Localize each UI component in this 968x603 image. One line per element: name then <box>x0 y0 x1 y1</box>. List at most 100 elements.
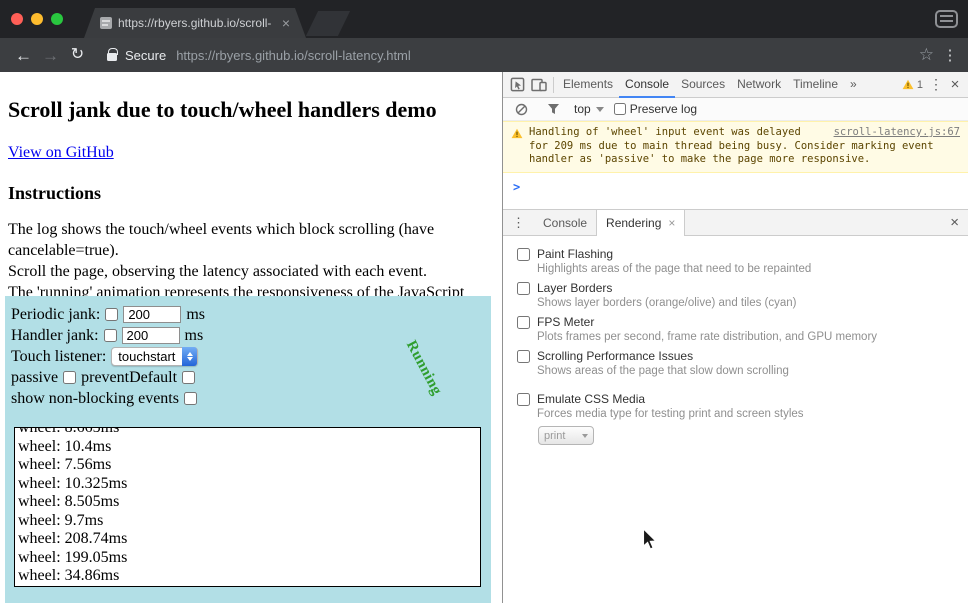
reload-button[interactable]: ↻ <box>64 47 91 63</box>
fps-meter-checkbox[interactable] <box>517 316 530 329</box>
console-warning-count[interactable]: 1 <box>902 79 923 91</box>
devtools-close-icon[interactable]: × <box>945 76 965 93</box>
show-nonblocking-row: show non-blocking events <box>11 389 491 408</box>
inspect-element-icon[interactable] <box>506 73 528 97</box>
emulate-css-media-checkbox[interactable] <box>517 393 530 406</box>
option-layer-borders: Layer Borders Shows layer borders (orang… <box>517 281 958 310</box>
zoom-window-button[interactable] <box>51 13 63 25</box>
toolbar-separator <box>553 77 554 93</box>
prevent-default-checkbox[interactable] <box>182 371 195 384</box>
option-label: Emulate CSS Media <box>537 392 804 407</box>
instruction-line: Scroll the page, observing the latency a… <box>8 261 496 282</box>
periodic-jank-checkbox[interactable] <box>105 308 118 321</box>
event-log-box[interactable]: wheel: 8.665ms wheel: 10.4ms wheel: 7.56… <box>14 427 481 587</box>
tab-close-icon[interactable]: × <box>282 16 290 30</box>
option-label: Layer Borders <box>537 281 797 296</box>
filter-icon[interactable] <box>542 97 564 121</box>
passive-checkbox[interactable] <box>63 371 76 384</box>
tab-network[interactable]: Network <box>731 72 787 98</box>
option-label: Scrolling Performance Issues <box>537 349 789 364</box>
devtools-toolbar-right: 1 ⋮ × <box>902 76 965 93</box>
browser-tab[interactable]: https://rbyers.github.io/scroll- × <box>84 8 306 38</box>
option-description: Plots frames per second, frame rate dist… <box>537 330 877 344</box>
device-toolbar-icon[interactable] <box>528 73 550 97</box>
tab-console[interactable]: Console <box>619 72 675 98</box>
periodic-jank-row: Periodic jank: ms <box>11 305 491 324</box>
back-button[interactable]: ← <box>10 47 37 64</box>
tab-elements[interactable]: Elements <box>557 72 619 98</box>
scrolling-performance-checkbox[interactable] <box>517 350 530 363</box>
paint-flashing-checkbox[interactable] <box>517 248 530 261</box>
address-bar: ← → ↻ Secure https://rbyers.github.io/sc… <box>0 38 968 72</box>
css-media-value: print <box>544 430 565 442</box>
event-log-lines: wheel: 8.665ms wheel: 10.4ms wheel: 7.56… <box>18 427 477 586</box>
drawer-close-icon[interactable]: × <box>950 214 959 231</box>
warning-icon <box>511 128 523 144</box>
drawer-tab-bar: ⋮ Console Rendering × × <box>503 209 968 236</box>
option-scrolling-performance: Scrolling Performance Issues Shows areas… <box>517 349 958 378</box>
prevent-default-label: preventDefault <box>81 369 177 387</box>
show-nonblocking-label: show non-blocking events <box>11 390 179 408</box>
option-description: Highlights areas of the page that need t… <box>537 262 811 276</box>
tab-timeline[interactable]: Timeline <box>787 72 844 98</box>
preserve-log-toggle[interactable]: Preserve log <box>614 102 697 116</box>
execution-context-select[interactable]: top <box>574 102 604 116</box>
minimize-window-button[interactable] <box>31 13 43 25</box>
browser-window: https://rbyers.github.io/scroll- × ← → ↻… <box>0 0 968 603</box>
secure-label: Secure <box>125 48 166 63</box>
option-label: Paint Flashing <box>537 247 811 262</box>
handler-jank-input[interactable] <box>122 327 180 344</box>
option-description: Shows layer borders (orange/olive) and t… <box>537 296 797 310</box>
handler-jank-label: Handler jank: <box>11 327 99 345</box>
layer-borders-checkbox[interactable] <box>517 282 530 295</box>
forward-button[interactable]: → <box>37 47 64 64</box>
browser-menu-icon[interactable]: ⋮ <box>942 46 958 64</box>
devtools-console-section: Elements Console Sources Network Timelin… <box>503 72 968 209</box>
passive-label: passive <box>11 369 58 387</box>
preserve-log-label: Preserve log <box>630 102 697 116</box>
log-line: wheel: 8.665ms <box>18 427 477 438</box>
lock-icon <box>107 53 117 61</box>
option-description: Forces media type for testing print and … <box>537 407 804 421</box>
drawer-tab-console[interactable]: Console <box>534 210 596 236</box>
handler-jank-checkbox[interactable] <box>104 329 117 342</box>
option-fps-meter: FPS Meter Plots frames per second, frame… <box>517 315 958 344</box>
show-nonblocking-checkbox[interactable] <box>184 392 197 405</box>
url-text[interactable]: https://rbyers.github.io/scroll-latency.… <box>176 48 919 63</box>
periodic-jank-label: Periodic jank: <box>11 306 100 324</box>
log-line: wheel: 34.86ms <box>18 567 477 586</box>
option-label: FPS Meter <box>537 315 877 330</box>
new-tab-button[interactable] <box>306 11 350 36</box>
warning-count-value: 1 <box>917 79 923 91</box>
log-line: wheel: 10.4ms <box>18 438 477 457</box>
option-emulate-css-media: Emulate CSS Media Forces media type for … <box>517 392 958 421</box>
tab-sources[interactable]: Sources <box>675 72 731 98</box>
touch-listener-select[interactable]: touchstart <box>111 347 198 366</box>
tab-favicon-icon <box>100 17 112 29</box>
css-media-select[interactable]: print <box>538 426 594 445</box>
periodic-jank-input[interactable] <box>123 306 181 323</box>
warning-source-link[interactable]: scroll-latency.js:67 <box>834 126 960 140</box>
tab-overview-icon[interactable] <box>935 10 958 28</box>
option-description: Shows areas of the page that slow down s… <box>537 364 789 378</box>
caret-down-icon <box>596 107 604 112</box>
page-content: Scroll jank due to touch/wheel handlers … <box>0 72 502 603</box>
instructions-heading: Instructions <box>8 183 494 204</box>
clear-console-icon[interactable] <box>510 97 532 121</box>
github-link[interactable]: View on GitHub <box>8 144 114 162</box>
option-paint-flashing: Paint Flashing Highlights areas of the p… <box>517 247 958 276</box>
drawer-menu-icon[interactable]: ⋮ <box>503 215 534 231</box>
rendering-panel: Paint Flashing Highlights areas of the p… <box>503 236 968 603</box>
warning-triangle-icon <box>902 79 914 90</box>
periodic-jank-unit: ms <box>186 306 205 324</box>
drawer-tab-close-icon[interactable]: × <box>668 217 675 229</box>
tabs-overflow-icon[interactable]: » <box>844 72 863 98</box>
drawer-tab-rendering[interactable]: Rendering × <box>596 210 685 237</box>
console-prompt-chevron[interactable]: > <box>503 173 968 194</box>
page-title: Scroll jank due to touch/wheel handlers … <box>8 97 494 123</box>
bookmark-star-icon[interactable]: ☆ <box>919 45 934 65</box>
preserve-log-checkbox[interactable] <box>614 103 626 115</box>
devtools-menu-icon[interactable]: ⋮ <box>927 76 945 93</box>
close-window-button[interactable] <box>11 13 23 25</box>
select-stepper-icon <box>182 347 197 366</box>
